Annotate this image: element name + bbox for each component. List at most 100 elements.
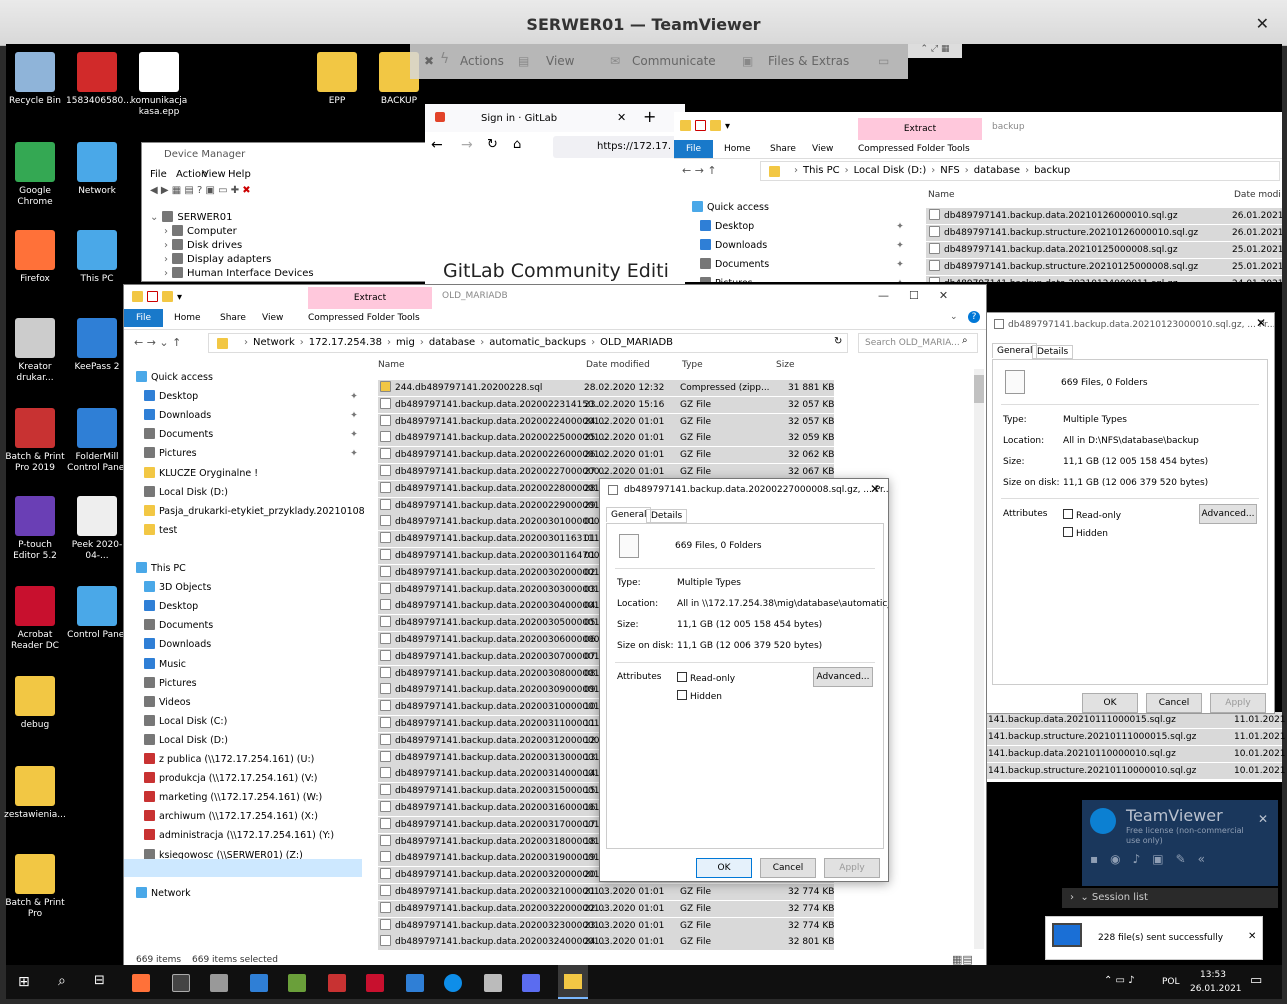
- desktop-icon[interactable]: FolderMill Control Panel: [66, 408, 128, 474]
- vertical-scrollbar[interactable]: [974, 369, 984, 949]
- teamviewer-panel[interactable]: TeamViewer Free license (non-commercial …: [1082, 800, 1278, 886]
- window-controls[interactable]: —☐✕: [878, 289, 968, 302]
- table-row[interactable]: 141.backup.data.20210111000015.sql.gz 11.…: [984, 712, 1286, 729]
- desktop-icon[interactable]: Batch & Print Pro 2019: [4, 408, 66, 474]
- table-row[interactable]: db489797141.backup.data.20200322000001..…: [378, 900, 834, 918]
- nav-item[interactable]: Quick access: [136, 368, 356, 387]
- transfer-toast[interactable]: 228 file(s) sent successfully ✕: [1045, 916, 1263, 960]
- breadcrumb-item[interactable]: NFS: [940, 165, 959, 176]
- device-manager-window[interactable]: Device Manager File Action View Help ◀ ▶ ▦ …: [141, 142, 431, 282]
- nav-item[interactable]: KLUCZE Oryginalne !: [144, 464, 364, 483]
- ribbon-tab[interactable]: File: [124, 309, 164, 327]
- desktop-icon[interactable]: KeePass 2: [66, 318, 128, 373]
- nav-item[interactable]: Desktop: [144, 597, 364, 616]
- hidden-checkbox[interactable]: Hidden: [1063, 527, 1108, 539]
- apply-button[interactable]: Apply: [824, 858, 880, 878]
- nav-item[interactable]: Documents: [144, 616, 364, 635]
- url-bar[interactable]: https://172.17.: [553, 136, 685, 158]
- tray-icons[interactable]: ⌃ ▭ ♪: [1104, 975, 1135, 986]
- refresh-icon[interactable]: ↻: [834, 336, 842, 347]
- browser-tab[interactable]: Sign in · GitLab ✕ +: [425, 104, 685, 132]
- nav-item[interactable]: Quick access: [692, 198, 902, 217]
- close-icon[interactable]: ✕: [870, 482, 880, 496]
- nav-item[interactable]: Pictures✦: [144, 444, 364, 463]
- column-name[interactable]: Name: [928, 190, 955, 200]
- nav-item[interactable]: Local Disk (D:): [144, 483, 364, 502]
- reload-icon[interactable]: ↻: [487, 137, 498, 152]
- desktop-icon[interactable]: Firefox: [4, 230, 66, 285]
- home-icon[interactable]: ⌂: [513, 137, 521, 152]
- breadcrumb-item[interactable]: backup: [1034, 165, 1070, 176]
- desktop-icon[interactable]: zestawienia...: [4, 766, 66, 821]
- tab-general[interactable]: General: [606, 507, 652, 522]
- files-extras-menu[interactable]: Files & Extras: [768, 54, 849, 68]
- ribbon-tab[interactable]: Share: [764, 140, 802, 158]
- desktop-icon[interactable]: komunikacja kasa.epp: [128, 52, 190, 118]
- table-row[interactable]: db489797141.backup.data.20200224000001..…: [378, 413, 834, 431]
- desktop-icon[interactable]: 1583406580...: [66, 52, 132, 107]
- nav-item[interactable]: archiwum (\\172.17.254.161) (X:): [144, 807, 364, 826]
- notification-icon[interactable]: ▭: [1250, 973, 1262, 988]
- ribbon-tab[interactable]: Compressed Folder Tools: [302, 309, 426, 327]
- language-indicator[interactable]: POL: [1162, 977, 1180, 987]
- table-row[interactable]: db489797141.backup.data.20210126000010.s…: [926, 208, 1282, 225]
- ribbon-tab[interactable]: View: [256, 309, 289, 327]
- properties-mariadb-dialog[interactable]: db489797141.backup.data.20200227000008.s…: [599, 478, 889, 882]
- nav-item[interactable]: Pictures: [144, 674, 364, 693]
- ribbon-tab[interactable]: Share: [214, 309, 252, 327]
- ribbon-extract-tab[interactable]: Extract: [308, 287, 432, 309]
- network-taskbar-icon[interactable]: [484, 974, 502, 992]
- back-icon[interactable]: ← → ⌄ ↑: [134, 336, 181, 349]
- screens-icon[interactable]: ▭: [878, 54, 889, 68]
- nav-item[interactable]: Downloads ✦: [144, 406, 364, 425]
- desktop-icon[interactable]: This PC: [66, 230, 128, 285]
- nav-item[interactable]: 3D Objects: [144, 578, 364, 597]
- desktop-icon[interactable]: Batch & Print Pro: [4, 854, 66, 920]
- breadcrumb-item[interactable]: automatic_backups: [489, 337, 586, 348]
- hidden-checkbox[interactable]: Hidden: [677, 690, 722, 702]
- toolbar-mini-controls[interactable]: ⌃ ⤢ ▦: [908, 44, 962, 58]
- back-icon[interactable]: ← → ↑: [682, 164, 717, 177]
- breadcrumb-item[interactable]: Local Disk (D:): [854, 165, 927, 176]
- new-tab-icon[interactable]: +: [643, 107, 656, 126]
- device-tree-item[interactable]: ⌄ SERWER01: [150, 211, 232, 223]
- nav-item[interactable]: Network: [136, 884, 356, 903]
- close-icon[interactable]: ✕: [1256, 316, 1266, 330]
- clock-date[interactable]: 26.01.2021: [1190, 984, 1242, 994]
- device-tree-item[interactable]: › Display adapters: [164, 253, 271, 265]
- table-row[interactable]: 244.db489797141.20200228.sql 28.02.2020 1…: [378, 380, 834, 397]
- desktop-icon[interactable]: Kreator drukar...: [4, 318, 66, 384]
- folder-tool-taskbar-icon[interactable]: [288, 974, 306, 992]
- table-row[interactable]: db489797141.backup.data.20200324000001..…: [378, 934, 834, 952]
- properties-backup-dialog[interactable]: db489797141.backup.data.20210123000010.s…: [985, 312, 1275, 714]
- readonly-checkbox[interactable]: Read-only: [1063, 509, 1121, 521]
- table-row[interactable]: 141.backup.structure.20210110000010.sql.…: [984, 763, 1286, 780]
- device-tree-item[interactable]: › Disk drives: [164, 239, 242, 251]
- close-icon[interactable]: ✕: [1256, 14, 1269, 33]
- breadcrumb-item[interactable]: database: [429, 337, 475, 348]
- desktop-icon[interactable]: Recycle Bin: [4, 52, 66, 107]
- menu-item[interactable]: Help: [228, 169, 251, 180]
- breadcrumb-item[interactable]: mig: [396, 337, 415, 348]
- column-header[interactable]: Type: [682, 360, 703, 370]
- column-date[interactable]: Date modi: [1234, 190, 1281, 200]
- column-header[interactable]: Name: [378, 360, 405, 370]
- menu-item[interactable]: View: [202, 169, 226, 180]
- table-row[interactable]: 141.backup.data.20210110000010.sql.gz 10.…: [984, 746, 1286, 763]
- actions-menu[interactable]: Actions: [460, 54, 504, 68]
- ok-button[interactable]: OK: [1082, 693, 1138, 713]
- menu-item[interactable]: File: [150, 169, 167, 180]
- ribbon-extract-tab[interactable]: Extract: [858, 118, 982, 140]
- tab-general[interactable]: General: [992, 343, 1038, 358]
- nav-item[interactable]: Pasja_drukarki-etykiet_przyklady.2021010…: [144, 502, 365, 521]
- breadcrumb-item[interactable]: database: [974, 165, 1020, 176]
- desktop-icon[interactable]: Google Chrome: [4, 142, 66, 208]
- nav-item[interactable]: test: [144, 521, 364, 540]
- desktop-icon[interactable]: debug: [4, 676, 66, 731]
- nav-item[interactable]: Documents ✦: [144, 425, 364, 444]
- advanced-button[interactable]: Advanced...: [1199, 504, 1257, 524]
- task-view-icon[interactable]: ⊟: [94, 973, 105, 988]
- table-row[interactable]: db489797141.backup.data.2020022314150...…: [378, 396, 834, 414]
- table-row[interactable]: db489797141.backup.data.20210125000008.s…: [926, 242, 1282, 259]
- column-header[interactable]: Date modified: [586, 360, 650, 370]
